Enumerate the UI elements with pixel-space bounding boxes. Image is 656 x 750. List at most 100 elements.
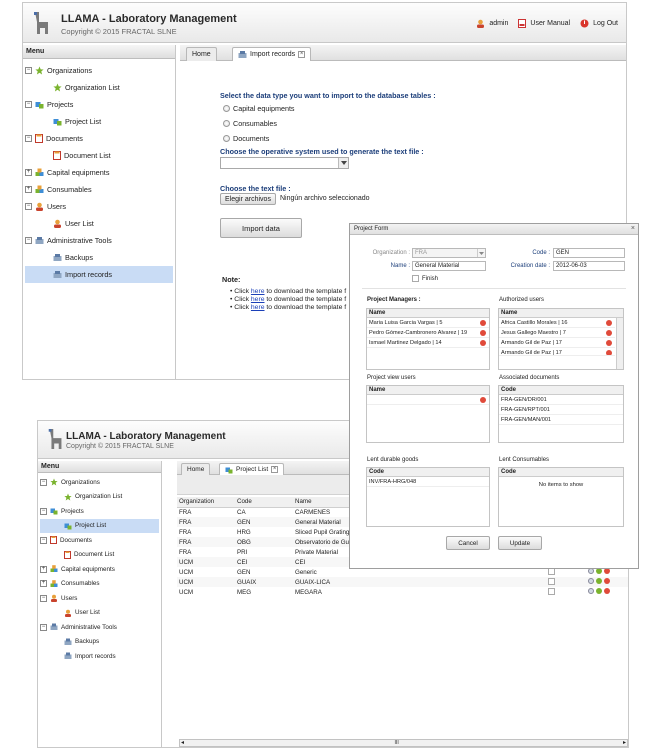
expand-icon[interactable]: +	[25, 169, 32, 176]
delete-icon[interactable]	[604, 578, 610, 584]
remove-icon[interactable]	[480, 330, 486, 336]
tree-backups[interactable]: Backups	[40, 635, 159, 650]
tree-user-list[interactable]: User List	[25, 215, 173, 232]
manager-row[interactable]: Ismael Martinez Delgado | 14	[367, 338, 489, 348]
tree-project-list[interactable]: Project List	[25, 113, 173, 130]
cancel-button[interactable]: Cancel	[446, 536, 490, 550]
finish-checkbox[interactable]	[548, 587, 555, 595]
expand-icon[interactable]: +	[25, 186, 32, 193]
close-tab-icon[interactable]: ×	[298, 51, 306, 58]
logout-button[interactable]: Log Out	[580, 19, 618, 28]
scroll-right-icon[interactable]: ▸	[623, 739, 626, 746]
expand-icon[interactable]: +	[40, 565, 47, 573]
edit-icon[interactable]	[596, 588, 602, 594]
table-row[interactable]: UCM MEG MEGARA	[177, 587, 628, 597]
tree-user-list[interactable]: User List	[40, 606, 159, 621]
remove-icon[interactable]	[606, 340, 612, 346]
collapse-icon[interactable]: −	[25, 135, 32, 142]
code-field[interactable]: GEN	[553, 248, 625, 258]
finish-option[interactable]: Finish	[412, 275, 438, 282]
tree-organization-list[interactable]: Organization List	[40, 490, 159, 505]
template-download-link[interactable]: here	[251, 304, 265, 311]
tree-projects[interactable]: − Projects	[40, 504, 159, 519]
remove-icon[interactable]	[480, 397, 486, 403]
collapse-icon[interactable]: −	[40, 623, 47, 631]
tree-project-list[interactable]: Project List	[40, 518, 159, 533]
remove-icon[interactable]	[480, 320, 486, 326]
name-field[interactable]: General Material	[412, 261, 486, 271]
collapse-icon[interactable]: −	[40, 536, 47, 544]
collapse-icon[interactable]: −	[40, 594, 47, 602]
tree-document-list[interactable]: Document List	[25, 147, 173, 164]
manager-row[interactable]: Maria Luisa Garcia Vargas | 5	[367, 318, 489, 328]
document-row[interactable]: FRA-GEN/DR/001	[499, 395, 623, 405]
column-header-organization[interactable]: Organization	[177, 497, 235, 508]
remove-icon[interactable]	[606, 320, 612, 326]
choose-file-button[interactable]: Elegir archivos	[220, 193, 276, 205]
user-menu[interactable]: admin	[476, 19, 508, 28]
authorized-row[interactable]: Africa Castillo Morales | 16	[499, 318, 615, 328]
vertical-scrollbar[interactable]	[616, 318, 623, 369]
edit-icon[interactable]	[596, 578, 602, 584]
close-dialog-icon[interactable]: ×	[631, 225, 635, 232]
collapse-icon[interactable]: −	[40, 478, 47, 486]
tree-capital-equipments[interactable]: + Capital equipments	[40, 562, 159, 577]
manager-row[interactable]: Pedro Gómez-Cambronero Alvarez | 19	[367, 328, 489, 338]
tree-consumables[interactable]: + Consumables	[25, 181, 173, 198]
delete-icon[interactable]	[604, 588, 610, 594]
radio-button[interactable]	[223, 135, 230, 142]
option-capital-equipments[interactable]: Capital equipments	[223, 101, 295, 116]
durable-row[interactable]: INV/FRA-HRG/048	[367, 477, 489, 487]
collapse-icon[interactable]: −	[25, 237, 32, 244]
tree-documents[interactable]: − Documents	[25, 130, 173, 147]
user-manual-link[interactable]: User Manual	[518, 19, 570, 28]
creation-date-field[interactable]: 2012-06-03	[553, 261, 625, 271]
tree-organization-list[interactable]: Organization List	[25, 79, 173, 96]
os-select[interactable]	[220, 157, 349, 169]
collapse-icon[interactable]: −	[25, 67, 32, 74]
finish-checkbox[interactable]	[412, 275, 419, 282]
tab-project-list[interactable]: Project List ×	[219, 463, 285, 475]
tree-consumables[interactable]: + Consumables	[40, 577, 159, 592]
horizontal-scrollbar[interactable]: ◂ III ▸	[179, 739, 628, 747]
tree-capital-equipments[interactable]: + Capital equipments	[25, 164, 173, 181]
collapse-icon[interactable]: −	[25, 101, 32, 108]
organization-select[interactable]: FRA	[412, 248, 486, 258]
tree-backups[interactable]: Backups	[25, 249, 173, 266]
remove-icon[interactable]	[606, 330, 612, 336]
scroll-thumb-grip[interactable]: III	[395, 740, 399, 746]
tree-documents[interactable]: − Documents	[40, 533, 159, 548]
radio-button[interactable]	[223, 120, 230, 127]
column-header-code[interactable]: Code	[235, 497, 293, 508]
tree-users[interactable]: − Users	[25, 198, 173, 215]
document-row[interactable]: FRA-GEN/MAN/001	[499, 415, 623, 425]
tree-administrative-tools[interactable]: − Administrative Tools	[40, 620, 159, 635]
tree-administrative-tools[interactable]: − Administrative Tools	[25, 232, 173, 249]
view-icon[interactable]	[588, 588, 594, 594]
collapse-icon[interactable]: −	[40, 507, 47, 515]
update-button[interactable]: Update	[498, 536, 542, 550]
tab-home[interactable]: Home	[186, 47, 217, 61]
scroll-left-icon[interactable]: ◂	[181, 739, 184, 746]
authorized-row[interactable]: Armando Gil de Paz | 17	[499, 348, 615, 356]
collapse-icon[interactable]: −	[25, 203, 32, 210]
table-row[interactable]: UCM GUAIX GUAIX-LICA	[177, 577, 628, 587]
option-documents[interactable]: Documents	[223, 131, 295, 146]
finish-checkbox[interactable]	[548, 577, 555, 585]
tree-document-list[interactable]: Document List	[40, 548, 159, 563]
template-download-link[interactable]: here	[251, 288, 265, 295]
tree-import-records[interactable]: Import records	[25, 266, 173, 283]
tree-projects[interactable]: − Projects	[25, 96, 173, 113]
tree-users[interactable]: − Users	[40, 591, 159, 606]
close-tab-icon[interactable]: ×	[271, 466, 279, 473]
tree-import-records[interactable]: Import records	[40, 649, 159, 664]
authorized-row[interactable]: Jesus Gallego Maestro | 7	[499, 328, 615, 338]
authorized-row[interactable]: Armando Gil de Paz | 17	[499, 338, 615, 348]
template-download-link[interactable]: here	[251, 296, 265, 303]
tree-organizations[interactable]: − Organizations	[40, 475, 159, 490]
tab-home[interactable]: Home	[181, 463, 211, 475]
remove-icon[interactable]	[480, 340, 486, 346]
remove-icon[interactable]	[606, 350, 612, 355]
import-data-button[interactable]: Import data	[220, 218, 302, 238]
viewer-row[interactable]	[367, 395, 489, 405]
